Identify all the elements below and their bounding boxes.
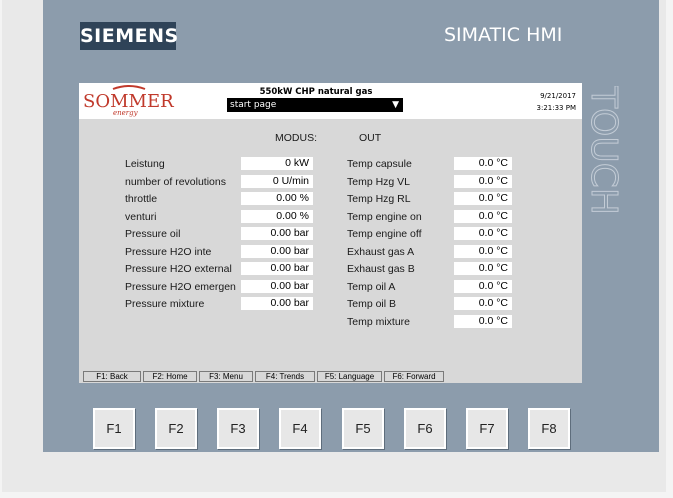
key-f4-button[interactable]: F4 — [279, 408, 321, 449]
hmi-screen: SOMMER energy 550kW CHP natural gas star… — [79, 83, 582, 383]
sommer-energy-logo: SOMMER energy — [81, 83, 177, 117]
left-value-field: 0.00 bar — [241, 227, 313, 240]
right-value-field: 0.0 °C — [454, 227, 512, 240]
right-value-field: 0.0 °C — [454, 157, 512, 170]
right-label: Temp oil B — [347, 298, 397, 310]
right-label: Temp capsule — [347, 158, 412, 170]
right-value-field: 0.0 °C — [454, 297, 512, 310]
function-tab-f2: F2: Home — [143, 371, 197, 382]
right-label: Temp Hzg VL — [347, 175, 411, 188]
date-display: 9/21/2017 — [540, 92, 576, 100]
key-f1-button[interactable]: F1 — [93, 408, 135, 449]
svg-text:energy: energy — [113, 109, 139, 117]
page-select-value: start page — [230, 100, 277, 110]
right-value-field: 0.0 °C — [454, 209, 512, 223]
function-tab-f5: F5: Language — [317, 371, 382, 382]
key-f5-button[interactable]: F5 — [342, 408, 384, 449]
right-value-field: 0.0 °C — [454, 192, 512, 205]
left-value-field: 0 kW — [241, 157, 313, 170]
left-value-field: 0.00 bar — [241, 279, 313, 293]
right-label: Exhaust gas B — [347, 263, 415, 275]
page-select-dropdown[interactable]: start page ▼ — [227, 98, 403, 112]
left-label: Pressure oil — [125, 228, 181, 240]
left-label: Pressure H2O emergen — [125, 280, 236, 293]
left-label: throttle — [125, 193, 158, 205]
time-display: 3:21:33 PM — [536, 104, 576, 112]
right-value-field: 0.0 °C — [454, 174, 512, 188]
left-label: Pressure H2O external — [125, 263, 232, 275]
left-label: number of revolutions — [125, 175, 226, 188]
left-value-field: 0.00 bar — [241, 297, 313, 310]
left-value-field: 0.00 bar — [241, 244, 313, 258]
left-value-field: 0.00 bar — [241, 262, 313, 275]
key-f2-button[interactable]: F2 — [155, 408, 197, 449]
right-value-field: 0.0 °C — [454, 262, 512, 275]
function-tab-f3: F3: Menu — [199, 371, 253, 382]
key-f6-button[interactable]: F6 — [404, 408, 446, 449]
left-label: Leistung — [125, 158, 165, 170]
left-value-field: 0.00 % — [241, 209, 313, 223]
left-value-field: 0.00 % — [241, 192, 313, 205]
left-label: Pressure H2O inte — [125, 245, 212, 258]
right-label: Temp engine on — [347, 210, 422, 223]
key-f8-button[interactable]: F8 — [528, 408, 570, 449]
right-label: Temp mixture — [347, 315, 411, 328]
screen-title: 550kW CHP natural gas — [259, 87, 373, 97]
right-label: Temp engine off — [347, 228, 422, 240]
screen-header: SOMMER energy 550kW CHP natural gas star… — [79, 83, 582, 119]
function-tab-f6: F6: Forward — [384, 371, 444, 382]
function-tab-f4: F4: Trends — [255, 371, 315, 382]
chevron-down-icon: ▼ — [392, 100, 399, 110]
right-label: Temp oil A — [347, 280, 396, 293]
right-label: Temp Hzg RL — [347, 193, 411, 205]
mode-value: OUT — [359, 132, 382, 144]
key-f7-button[interactable]: F7 — [466, 408, 508, 449]
right-value-field: 0.0 °C — [454, 314, 512, 328]
right-value-field: 0.0 °C — [454, 279, 512, 293]
left-label: Pressure mixture — [125, 298, 205, 310]
touch-side-label: TOUCH — [583, 86, 623, 215]
right-value-field: 0.0 °C — [454, 244, 512, 258]
simatic-hmi-label: SIMATIC HMI — [444, 24, 563, 46]
left-value-field: 0 U/min — [241, 174, 313, 188]
left-label: venturi — [125, 210, 157, 223]
mode-label: MODUS: — [275, 132, 317, 144]
key-f3-button[interactable]: F3 — [217, 408, 259, 449]
siemens-logo: SIEMENS — [80, 22, 178, 50]
function-tab-f1: F1: Back — [83, 371, 141, 382]
right-label: Exhaust gas A — [347, 245, 415, 258]
